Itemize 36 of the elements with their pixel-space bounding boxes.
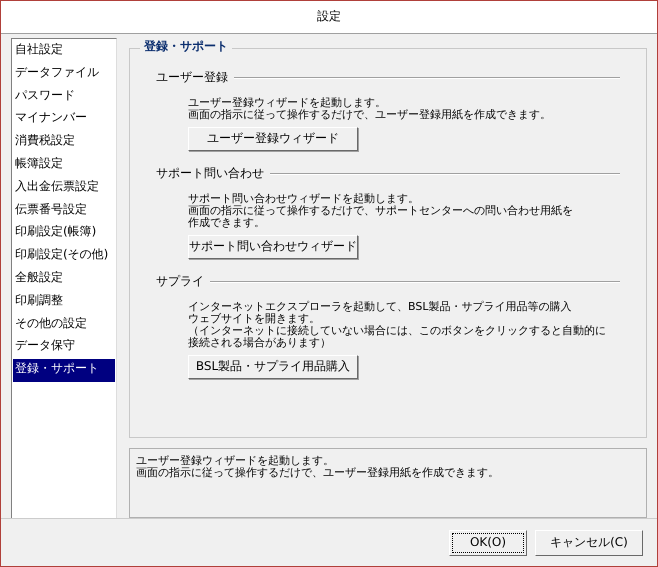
sidebar-item[interactable]: 伝票番号設定 bbox=[13, 200, 115, 222]
window-title: 設定 bbox=[317, 10, 341, 24]
sidebar-item[interactable]: その他の設定 bbox=[13, 314, 115, 336]
description-line: サポート問い合わせウィザードを起動します。 bbox=[188, 192, 420, 205]
section-heading: サポート問い合わせ bbox=[156, 166, 264, 181]
sidebar-item[interactable]: 印刷調整 bbox=[13, 290, 115, 314]
wizard-button[interactable]: ユーザー登録ウィザード bbox=[188, 126, 358, 151]
help-line: ユーザー登録ウィザードを起動します。 bbox=[136, 455, 335, 468]
description-line: インターネットエクスプローラを起動して、BSL製品・サプライ用品等の購入 bbox=[188, 300, 572, 313]
ok-button[interactable]: OK(O) bbox=[449, 530, 527, 556]
sidebar-item[interactable]: 入出金伝票設定 bbox=[13, 176, 115, 200]
help-line: 画面の指示に従って操作するだけで、ユーザー登録用紙を作成できます。 bbox=[136, 467, 500, 480]
sidebar-item[interactable]: 帳簿設定 bbox=[13, 154, 115, 177]
wizard-button[interactable]: サポート問い合わせウィザード bbox=[188, 235, 358, 260]
cancel-button[interactable]: キャンセル(C) bbox=[535, 530, 643, 556]
sidebar-item[interactable]: 印刷設定(その他) bbox=[13, 245, 115, 268]
sidebar-item[interactable]: マイナンバー bbox=[13, 108, 115, 132]
description-line: （インターネットに接続していない場合には、このボタンをクリックすると自動的に bbox=[188, 325, 607, 338]
description-line: 作成できます。 bbox=[188, 216, 266, 230]
sidebar-item[interactable]: データ保守 bbox=[13, 336, 115, 360]
section-heading: ユーザー登録 bbox=[156, 71, 228, 85]
sidebar-item[interactable]: 全般設定 bbox=[13, 268, 115, 291]
group-title: 登録・サポート bbox=[140, 40, 232, 54]
description-line: ウェブサイトを開きます。 bbox=[188, 312, 321, 325]
sidebar-item[interactable]: パスワード bbox=[13, 86, 115, 108]
sidebar-item[interactable]: 自社設定 bbox=[13, 40, 115, 63]
sidebar-item[interactable]: データファイル bbox=[13, 62, 115, 86]
description-line: 接続される場合があります） bbox=[188, 337, 332, 350]
description-line: ユーザー登録ウィザードを起動します。 bbox=[188, 96, 387, 109]
wizard-button[interactable]: BSL製品・サプライ用品購入 bbox=[188, 355, 358, 380]
description-line: 画面の指示に従って操作するだけで、ユーザー登録用紙を作成できます。 bbox=[188, 108, 552, 121]
sidebar-item[interactable]: 印刷設定(帳簿) bbox=[13, 222, 115, 246]
description-line: 画面の指示に従って操作するだけで、サポートセンターへの問い合わせ用紙を bbox=[188, 204, 574, 217]
sidebar-item[interactable]: 登録・サポート bbox=[13, 359, 115, 382]
section-heading: サプライ bbox=[156, 275, 204, 289]
sidebar-item[interactable]: 消費税設定 bbox=[13, 131, 115, 154]
